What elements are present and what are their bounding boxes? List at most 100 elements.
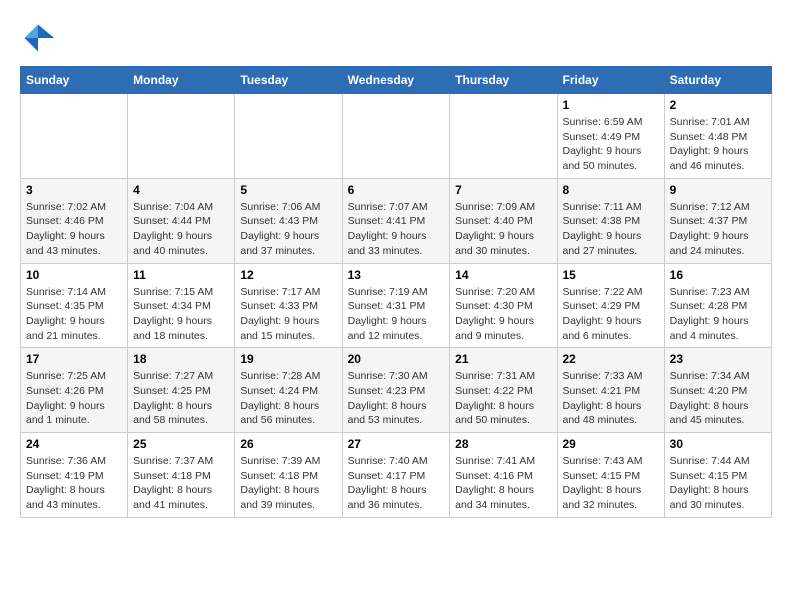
day-number: 14	[455, 268, 551, 282]
calendar-cell: 16 Sunrise: 7:23 AMSunset: 4:28 PMDayligh…	[664, 263, 771, 348]
day-number: 22	[563, 352, 659, 366]
calendar-cell: 19Sunrise: 7:28 AMSunset: 4:24 PMDayligh…	[235, 348, 342, 433]
logo-icon	[20, 20, 56, 56]
day-info: Sunrise: 6:59 AMSunset: 4:49 PMDaylight:…	[563, 115, 659, 174]
day-info: Sunrise: 7:43 AMSunset: 4:15 PMDaylight:…	[563, 454, 659, 513]
day-info: Sunrise: 7:36 AMSunset: 4:19 PMDaylight:…	[26, 454, 122, 513]
day-number: 18	[133, 352, 229, 366]
day-number: 10	[26, 268, 122, 282]
day-number: 3	[26, 183, 122, 197]
calendar-cell	[235, 94, 342, 179]
header-day-saturday: Saturday	[664, 67, 771, 94]
calendar-cell	[342, 94, 450, 179]
day-info: Sunrise: 7:44 AMSunset: 4:15 PMDaylight:…	[670, 454, 766, 513]
day-info: Sunrise: 7:22 AMSunset: 4:29 PMDaylight:…	[563, 285, 659, 344]
calendar-header: SundayMondayTuesdayWednesdayThursdayFrid…	[21, 67, 772, 94]
day-info: Sunrise: 7:30 AMSunset: 4:23 PMDaylight:…	[348, 369, 445, 428]
calendar-cell: 12Sunrise: 7:17 AMSunset: 4:33 PMDayligh…	[235, 263, 342, 348]
day-number: 4	[133, 183, 229, 197]
day-info: Sunrise: 7:27 AMSunset: 4:25 PMDaylight:…	[133, 369, 229, 428]
day-info: Sunrise: 7:33 AMSunset: 4:21 PMDaylight:…	[563, 369, 659, 428]
day-number: 9	[670, 183, 766, 197]
calendar-cell: 10 Sunrise: 7:14 AMSunset: 4:35 PMDayligh…	[21, 263, 128, 348]
day-number: 28	[455, 437, 551, 451]
calendar-cell: 23Sunrise: 7:34 AMSunset: 4:20 PMDayligh…	[664, 348, 771, 433]
day-info: Sunrise: 7:01 AMSunset: 4:48 PMDaylight:…	[670, 115, 766, 174]
day-info: Sunrise: 7:37 AMSunset: 4:18 PMDaylight:…	[133, 454, 229, 513]
calendar-cell: 5 Sunrise: 7:06 AMSunset: 4:43 PMDaylight…	[235, 178, 342, 263]
day-info: Sunrise: 7:12 AMSunset: 4:37 PMDaylight:…	[670, 200, 766, 259]
header-day-monday: Monday	[128, 67, 235, 94]
week-row-3: 10 Sunrise: 7:14 AMSunset: 4:35 PMDayligh…	[21, 263, 772, 348]
day-number: 12	[240, 268, 336, 282]
day-info: Sunrise: 7:41 AMSunset: 4:16 PMDaylight:…	[455, 454, 551, 513]
day-info: Sunrise: 7:28 AMSunset: 4:24 PMDaylight:…	[240, 369, 336, 428]
day-info: Sunrise: 7:11 AMSunset: 4:38 PMDaylight:…	[563, 200, 659, 259]
day-number: 11	[133, 268, 229, 282]
day-info: Sunrise: 7:07 AMSunset: 4:41 PMDaylight:…	[348, 200, 445, 259]
calendar-cell: 24 Sunrise: 7:36 AMSunset: 4:19 PMDayligh…	[21, 433, 128, 518]
day-number: 26	[240, 437, 336, 451]
day-number: 8	[563, 183, 659, 197]
calendar-cell: 13Sunrise: 7:19 AMSunset: 4:31 PMDayligh…	[342, 263, 450, 348]
calendar-cell: 2 Sunrise: 7:01 AMSunset: 4:48 PMDaylight…	[664, 94, 771, 179]
calendar-cell: 15 Sunrise: 7:22 AMSunset: 4:29 PMDayligh…	[557, 263, 664, 348]
day-info: Sunrise: 7:40 AMSunset: 4:17 PMDaylight:…	[348, 454, 445, 513]
calendar-cell: 28 Sunrise: 7:41 AMSunset: 4:16 PMDayligh…	[450, 433, 557, 518]
calendar-cell: 21 Sunrise: 7:31 AMSunset: 4:22 PMDayligh…	[450, 348, 557, 433]
calendar-cell: 14 Sunrise: 7:20 AMSunset: 4:30 PMDayligh…	[450, 263, 557, 348]
day-number: 17	[26, 352, 122, 366]
day-number: 20	[348, 352, 445, 366]
calendar-cell: 8 Sunrise: 7:11 AMSunset: 4:38 PMDaylight…	[557, 178, 664, 263]
day-number: 25	[133, 437, 229, 451]
day-number: 7	[455, 183, 551, 197]
day-info: Sunrise: 7:06 AMSunset: 4:43 PMDaylight:…	[240, 200, 336, 259]
day-info: Sunrise: 7:09 AMSunset: 4:40 PMDaylight:…	[455, 200, 551, 259]
calendar-cell: 25 Sunrise: 7:37 AMSunset: 4:18 PMDayligh…	[128, 433, 235, 518]
calendar-cell: 9 Sunrise: 7:12 AMSunset: 4:37 PMDaylight…	[664, 178, 771, 263]
calendar-cell: 11Sunrise: 7:15 AMSunset: 4:34 PMDayligh…	[128, 263, 235, 348]
day-number: 27	[348, 437, 445, 451]
calendar-cell: 1Sunrise: 6:59 AMSunset: 4:49 PMDaylight…	[557, 94, 664, 179]
day-number: 6	[348, 183, 445, 197]
day-info: Sunrise: 7:34 AMSunset: 4:20 PMDaylight:…	[670, 369, 766, 428]
calendar-body: 1Sunrise: 6:59 AMSunset: 4:49 PMDaylight…	[21, 94, 772, 518]
week-row-1: 1Sunrise: 6:59 AMSunset: 4:49 PMDaylight…	[21, 94, 772, 179]
day-number: 30	[670, 437, 766, 451]
day-number: 16	[670, 268, 766, 282]
calendar-table: SundayMondayTuesdayWednesdayThursdayFrid…	[20, 66, 772, 518]
calendar-cell: 7 Sunrise: 7:09 AMSunset: 4:40 PMDaylight…	[450, 178, 557, 263]
calendar-cell	[450, 94, 557, 179]
calendar-cell: 22 Sunrise: 7:33 AMSunset: 4:21 PMDayligh…	[557, 348, 664, 433]
day-number: 24	[26, 437, 122, 451]
day-info: Sunrise: 7:31 AMSunset: 4:22 PMDaylight:…	[455, 369, 551, 428]
day-info: Sunrise: 7:02 AMSunset: 4:46 PMDaylight:…	[26, 200, 122, 259]
header-day-friday: Friday	[557, 67, 664, 94]
week-row-4: 17 Sunrise: 7:25 AMSunset: 4:26 PMDayligh…	[21, 348, 772, 433]
day-number: 2	[670, 98, 766, 112]
calendar-cell: 17 Sunrise: 7:25 AMSunset: 4:26 PMDayligh…	[21, 348, 128, 433]
week-row-2: 3 Sunrise: 7:02 AMSunset: 4:46 PMDaylight…	[21, 178, 772, 263]
calendar-cell: 3 Sunrise: 7:02 AMSunset: 4:46 PMDaylight…	[21, 178, 128, 263]
header-day-tuesday: Tuesday	[235, 67, 342, 94]
day-info: Sunrise: 7:20 AMSunset: 4:30 PMDaylight:…	[455, 285, 551, 344]
day-info: Sunrise: 7:14 AMSunset: 4:35 PMDaylight:…	[26, 285, 122, 344]
header-day-sunday: Sunday	[21, 67, 128, 94]
day-number: 13	[348, 268, 445, 282]
day-number: 5	[240, 183, 336, 197]
calendar-cell: 6 Sunrise: 7:07 AMSunset: 4:41 PMDaylight…	[342, 178, 450, 263]
calendar-cell	[128, 94, 235, 179]
calendar-cell: 20 Sunrise: 7:30 AMSunset: 4:23 PMDayligh…	[342, 348, 450, 433]
day-info: Sunrise: 7:25 AMSunset: 4:26 PMDaylight:…	[26, 369, 122, 428]
calendar-cell: 29 Sunrise: 7:43 AMSunset: 4:15 PMDayligh…	[557, 433, 664, 518]
day-number: 29	[563, 437, 659, 451]
week-row-5: 24 Sunrise: 7:36 AMSunset: 4:19 PMDayligh…	[21, 433, 772, 518]
day-number: 15	[563, 268, 659, 282]
header-day-thursday: Thursday	[450, 67, 557, 94]
header-day-wednesday: Wednesday	[342, 67, 450, 94]
calendar-cell	[21, 94, 128, 179]
calendar-cell: 30 Sunrise: 7:44 AMSunset: 4:15 PMDayligh…	[664, 433, 771, 518]
page-header	[20, 20, 772, 56]
day-info: Sunrise: 7:23 AMSunset: 4:28 PMDaylight:…	[670, 285, 766, 344]
day-number: 21	[455, 352, 551, 366]
